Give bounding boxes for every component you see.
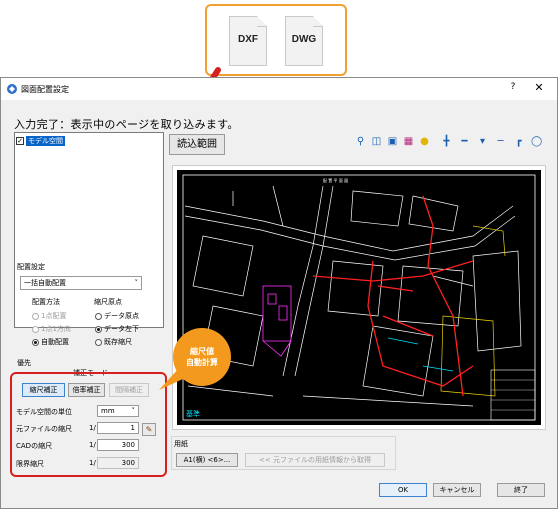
dialog-title: 図面配置設定 [21,85,69,94]
drawing-preview[interactable]: 配 置 平 面 図 基準 [172,165,546,430]
method-label: 配置方法 [32,298,60,306]
bubble-pointer [159,368,185,390]
radio-auto-placement[interactable]: 自動配置 [32,337,69,347]
cancel-button[interactable]: キャンセル [433,483,481,497]
chevron-down-icon: ˅ [134,279,139,287]
snap-tangent-icon[interactable]: ┏ [513,136,524,147]
radio-existing-scale[interactable]: 既存縮尺 [95,337,132,347]
dxf-file-icon: DXF [229,16,267,66]
placement-mode-select[interactable]: 一括自動配置 ˅ [20,276,142,290]
layer-icon[interactable]: ▦ [403,136,414,147]
radio-one-point[interactable]: 1点配置 [32,311,66,321]
app-icon [7,84,17,94]
model-checkbox[interactable]: ✓ [16,136,24,145]
highlight-box [10,372,167,477]
list-item[interactable]: ✓ モデル空間 [16,135,65,146]
cad-drawing: 配 置 平 面 図 基準 [177,170,541,425]
read-range-button[interactable]: 読込範囲 [169,134,225,155]
snap-line-icon[interactable]: ━ [459,136,470,147]
model-item-label: モデル空間 [26,135,65,146]
snap-point-icon[interactable]: ╋ [441,136,452,147]
paper-size-button[interactable]: A1(横) <6>... [176,453,238,467]
bulb-icon[interactable]: ● [419,136,430,147]
close-button[interactable]: ✕ [531,81,547,97]
preview-title: 配 置 平 面 図 [323,177,348,183]
print-preview-icon[interactable]: ◫ [371,136,382,147]
radio-data-origin[interactable]: データ原点 [95,311,139,321]
ok-button[interactable]: OK [379,483,427,497]
snap-extend-icon[interactable]: ▾ [477,136,488,147]
magnifier-icon[interactable]: ⚲ [355,136,366,147]
dwg-file-icon: DWG [285,16,323,66]
snap-mid-icon[interactable]: ─ [495,136,506,147]
paper-from-file-button[interactable]: << 元ファイルの用紙情報から取得 [245,453,385,467]
title-bar: 図面配置設定 ? ✕ [1,78,557,100]
priority-group-label: 優先 [17,359,31,367]
exit-button[interactable]: 終了 [497,483,545,497]
status-message: 入力完了：表示中のページを取り込みます。 [14,118,239,131]
radio-one-point-one-dir[interactable]: 1点1方向 [32,324,71,334]
preview-corner-label: 基準 [186,409,200,418]
placement-group-label: 配置設定 [17,263,45,271]
drawing-placement-dialog: 図面配置設定 ? ✕ 入力完了：表示中のページを取り込みます。 ✓ モデル空間 … [0,77,558,509]
help-button[interactable]: ? [505,82,521,96]
snap-circle-icon[interactable]: ◯ [531,136,542,147]
origin-label: 縮尺原点 [94,298,122,306]
fit-icon[interactable]: ▣ [387,136,398,147]
radio-data-bottom-left[interactable]: データ左下 [95,324,139,334]
